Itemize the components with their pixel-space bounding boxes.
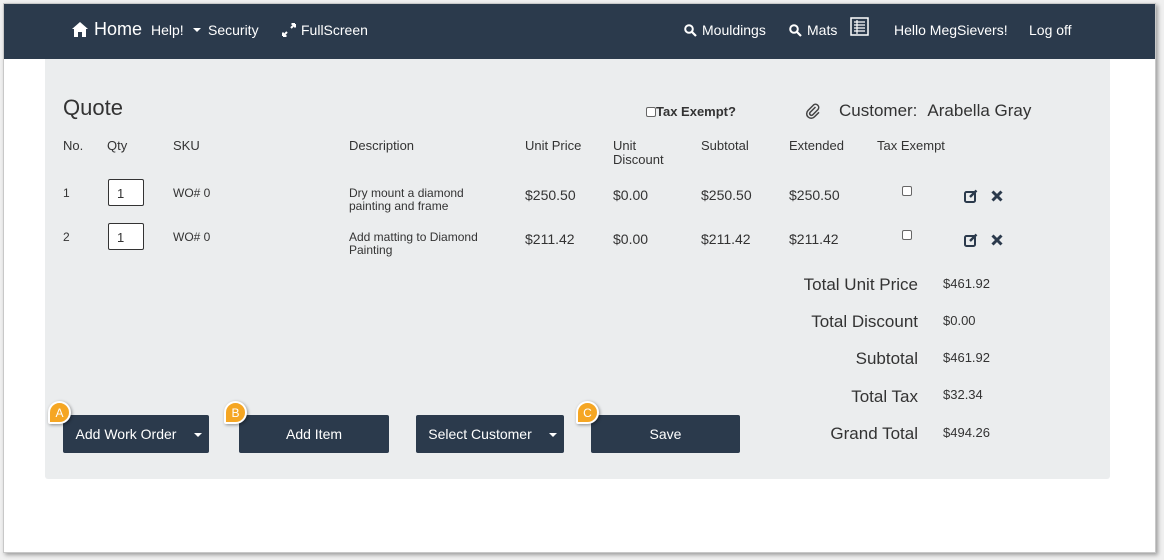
list-icon [850, 17, 869, 36]
nav-home-link[interactable]: Home [71, 19, 142, 40]
callout-b-badge: B [224, 401, 247, 424]
nav-mats-label: Mats [807, 22, 838, 38]
quote-tax-exempt-label: Tax Exempt? [656, 104, 736, 119]
select-customer-label: Select Customer [428, 426, 532, 442]
chevron-down-icon[interactable] [549, 433, 557, 437]
customer-info: Customer: Arabella Gray [805, 101, 1031, 121]
column-header-subtotal: Subtotal [701, 138, 749, 153]
quote-panel: Quote Tax Exempt? Customer: Arabella Gra… [45, 59, 1110, 479]
nav-mouldings-label: Mouldings [702, 22, 766, 38]
row-number: 1 [63, 186, 70, 200]
save-label: Save [649, 426, 682, 442]
nav-help-dropdown[interactable]: Help! [151, 22, 201, 38]
total-discount-value: $0.00 [943, 313, 976, 328]
nav-help-label: Help! [151, 22, 184, 38]
edit-icon[interactable] [964, 189, 978, 203]
column-header-unit-discount-line2: Discount [613, 152, 664, 167]
qty-input[interactable]: 1 [108, 223, 144, 250]
paperclip-icon[interactable] [805, 103, 821, 119]
search-icon [684, 23, 697, 37]
callout-c-badge: C [576, 401, 599, 424]
column-header-qty: Qty [107, 138, 128, 153]
row-unit-discount: $0.00 [613, 231, 649, 247]
column-header-extended: Extended [789, 138, 844, 153]
row-extended: $211.42 [789, 231, 839, 247]
column-header-no: No. [63, 138, 84, 153]
customer-label: Customer: [839, 101, 918, 120]
grand-total-value: $494.26 [943, 425, 990, 440]
row-unit-price: $250.50 [525, 187, 576, 203]
nav-mouldings-link[interactable]: Mouldings [684, 22, 766, 38]
delete-icon[interactable] [990, 233, 1004, 247]
row-sku: WO# 0 [173, 230, 211, 244]
column-header-unit-discount-line1: Unit [613, 138, 637, 153]
edit-icon[interactable] [964, 233, 978, 247]
nav-greeting[interactable]: Hello MegSievers! [894, 22, 1008, 38]
page-title: Quote [63, 95, 123, 120]
nav-security-link[interactable]: Security [208, 22, 259, 38]
grand-total-label: Grand Total [830, 424, 918, 443]
checkbox-box[interactable] [646, 106, 656, 117]
search-icon [789, 23, 802, 37]
total-discount-label: Total Discount [811, 312, 918, 331]
nav-list-button[interactable] [850, 17, 869, 36]
total-tax-label: Total Tax [851, 387, 918, 406]
nav-security-label: Security [208, 22, 259, 38]
row-subtotal: $211.42 [701, 231, 751, 247]
row-description: Dry mount a diamond painting and frame [349, 187, 464, 213]
row-description-line2: painting and frame [349, 199, 449, 213]
nav-greeting-label: Hello MegSievers! [894, 22, 1008, 38]
row-subtotal: $250.50 [701, 187, 752, 203]
chevron-down-icon [192, 28, 201, 32]
row-unit-discount: $0.00 [613, 187, 649, 203]
nav-mats-link[interactable]: Mats [789, 22, 837, 38]
row-sku: WO# 0 [173, 186, 211, 200]
row-description: Add matting to Diamond Painting [349, 231, 478, 257]
add-item-button[interactable]: Add Item [239, 415, 389, 453]
row-unit-price: $211.42 [525, 231, 575, 247]
column-header-tax-exempt: Tax Exempt [877, 138, 945, 153]
callout-a-badge: A [48, 401, 71, 424]
delete-icon[interactable] [990, 189, 1004, 203]
row-tax-exempt-checkbox[interactable] [902, 186, 912, 196]
app-window: Home Help! Security FullScreen Mouldings… [3, 3, 1156, 553]
nav-logoff-link[interactable]: Log off [1029, 22, 1072, 38]
nav-logoff-label: Log off [1029, 22, 1072, 38]
subtotal-label: Subtotal [855, 349, 918, 368]
top-navbar: Home Help! Security FullScreen Mouldings… [4, 4, 1155, 59]
row-description-line2: Painting [349, 243, 393, 257]
select-customer-button[interactable]: Select Customer [416, 415, 564, 453]
add-work-order-button[interactable]: Add Work Order [63, 415, 209, 453]
column-header-unit-price: Unit Price [525, 138, 582, 153]
quote-tax-exempt-checkbox[interactable]: Tax Exempt? [646, 104, 736, 119]
row-extended: $250.50 [789, 187, 840, 203]
column-header-description: Description [349, 138, 415, 153]
total-tax-value: $32.34 [943, 387, 983, 402]
row-tax-exempt-checkbox[interactable] [902, 230, 912, 240]
column-header-unit-discount: Unit Discount [613, 139, 664, 167]
expand-icon [282, 23, 296, 37]
chevron-down-icon[interactable] [194, 433, 202, 437]
save-button[interactable]: Save [591, 415, 740, 453]
total-unit-price-label: Total Unit Price [803, 275, 918, 294]
home-icon [72, 22, 88, 37]
row-number: 2 [63, 230, 70, 244]
column-header-sku: SKU [173, 138, 200, 153]
nav-fullscreen-label: FullScreen [301, 22, 368, 38]
total-unit-price-value: $461.92 [943, 276, 990, 291]
subtotal-value: $461.92 [943, 350, 990, 365]
customer-name: Arabella Gray [927, 101, 1032, 120]
add-item-label: Add Item [285, 426, 343, 442]
nav-home-label: Home [94, 19, 143, 39]
qty-input[interactable]: 1 [108, 179, 144, 206]
add-work-order-label: Add Work Order [75, 426, 177, 442]
nav-fullscreen-link[interactable]: FullScreen [282, 22, 368, 38]
